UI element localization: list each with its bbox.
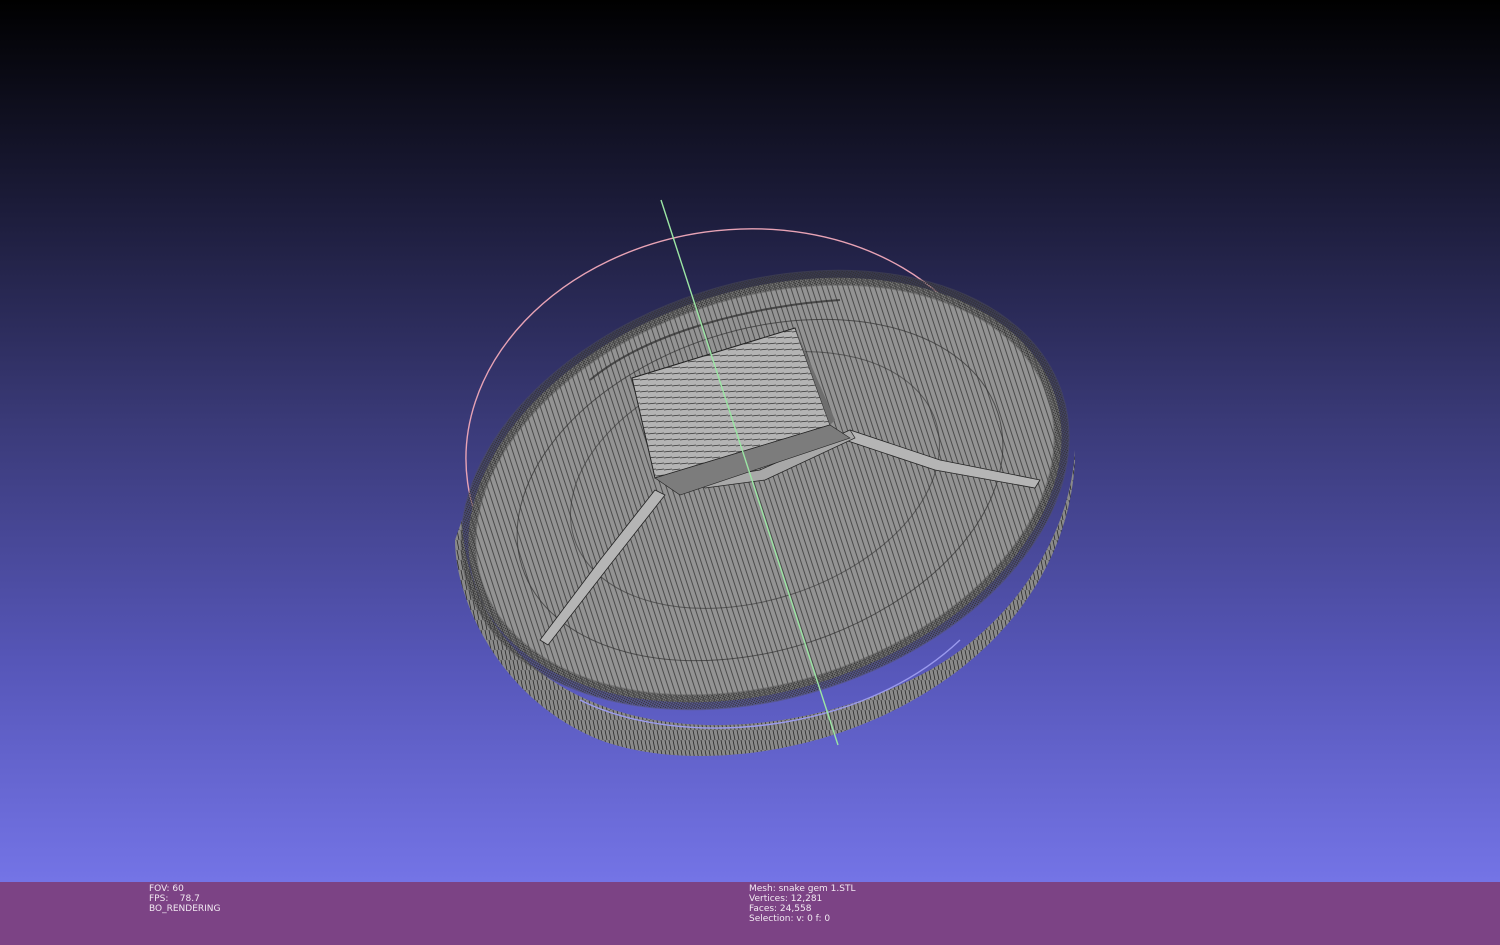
faces-label: Faces: 24,558: [749, 904, 812, 914]
selection-label: Selection: v: 0 f: 0: [749, 914, 831, 924]
render-mode-label: BO_RENDERING: [149, 904, 221, 914]
vertices-label: Vertices: 12,281: [749, 894, 823, 904]
mesh-info: Mesh: snake gem 1.STL Vertices: 12,281 F…: [749, 884, 855, 924]
fps-label: FPS: 78.7: [149, 894, 200, 904]
mesh-name-label: Mesh: snake gem 1.STL: [749, 884, 856, 894]
status-bar: FOV: 60 FPS: 78.7 BO_RENDERING Mesh: sna…: [0, 882, 1500, 945]
3d-viewport[interactable]: [0, 0, 1500, 882]
scene-canvas[interactable]: [0, 0, 1500, 882]
fov-label: FOV: 60: [149, 884, 184, 894]
render-info: FOV: 60 FPS: 78.7 BO_RENDERING: [149, 884, 221, 914]
